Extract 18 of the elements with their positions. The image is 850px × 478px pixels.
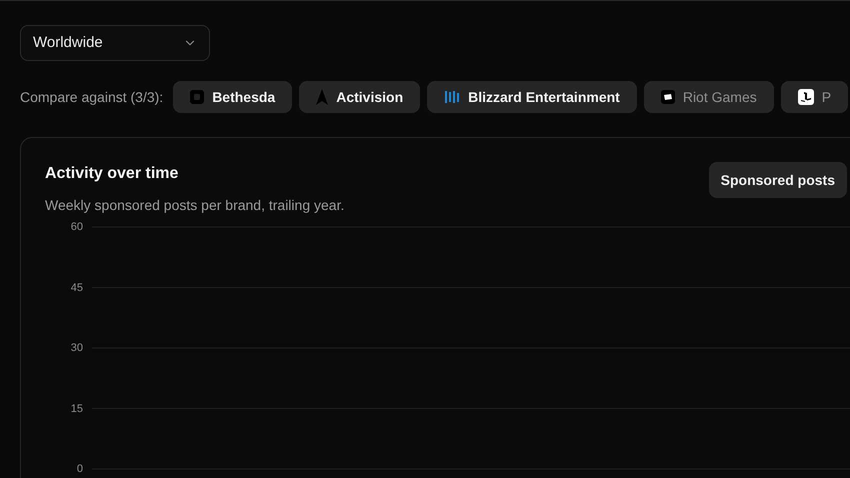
brand-chip[interactable]: P [780, 81, 848, 113]
card-subtitle: Weekly sponsored posts per brand, trailing year. [45, 196, 344, 215]
y-axis-label: 15 [70, 404, 83, 414]
brand-chip[interactable]: Bethesda [173, 81, 292, 113]
compare-label: Compare against (3/3): [20, 88, 164, 107]
y-axis-label: 30 [70, 343, 83, 354]
brand-chip[interactable]: Blizzard Entertainment [427, 81, 637, 113]
sponsored-posts-button[interactable]: Sponsored posts [708, 162, 847, 198]
brand-chip[interactable]: Riot Games [644, 81, 774, 113]
striped-logo-icon [444, 90, 460, 104]
arrowhead-logo-icon [316, 89, 328, 105]
brand-chip[interactable]: Activision [299, 81, 420, 113]
card-title: Activity over time [45, 164, 180, 184]
square-logo-icon [190, 90, 204, 104]
region-dropdown[interactable]: Worldwide [20, 25, 210, 61]
y-axis-label: 60 [70, 222, 83, 233]
y-axis-label: 0 [76, 464, 83, 475]
y-axis-label: 45 [70, 282, 83, 294]
